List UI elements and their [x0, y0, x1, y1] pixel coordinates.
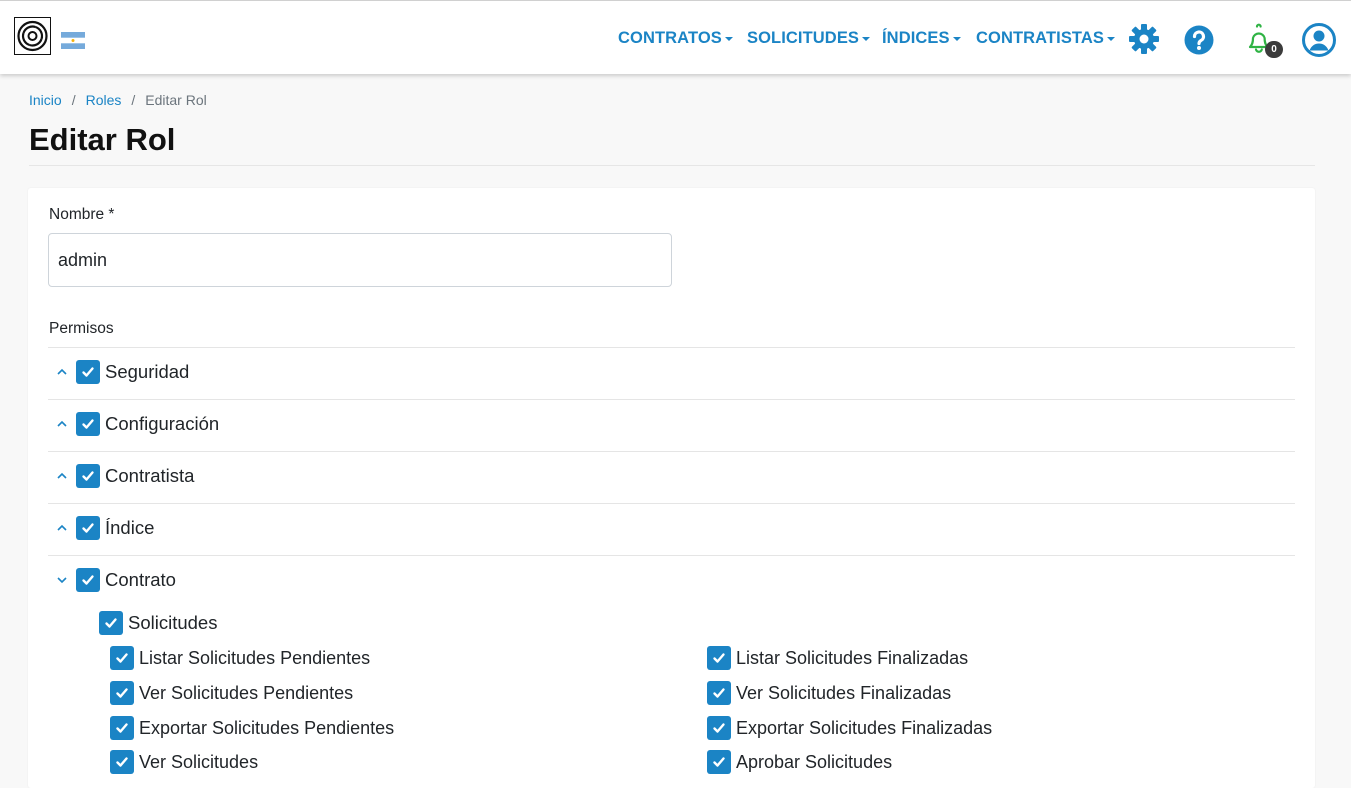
title-divider	[29, 165, 1315, 166]
permission-item-checkbox[interactable]	[110, 750, 134, 774]
app-logo[interactable]	[14, 17, 51, 55]
permission-item-label: Ver Solicitudes Pendientes	[139, 682, 354, 703]
seguridad-checkbox[interactable]	[76, 360, 100, 384]
breadcrumb-current: Editar Rol	[145, 92, 207, 108]
breadcrumb-separator: /	[131, 92, 136, 108]
configuracion-checkbox[interactable]	[76, 412, 100, 436]
permission-divider	[48, 451, 1295, 452]
permission-item: Exportar Solicitudes Pendientes	[110, 715, 394, 741]
permission-item: Listar Solicitudes Pendientes	[110, 645, 370, 671]
permission-divider	[48, 347, 1295, 348]
permission-item: Exportar Solicitudes Finalizadas	[707, 715, 992, 741]
contratista-checkbox[interactable]	[76, 464, 100, 488]
breadcrumb-separator: /	[71, 92, 76, 108]
chevron-up-icon[interactable]	[48, 411, 76, 437]
contrato-label: Contrato	[105, 569, 176, 590]
nav-contratos-label[interactable]: CONTRATOS	[618, 29, 722, 48]
nombre-input[interactable]	[48, 233, 672, 287]
permission-item-label: Exportar Solicitudes Pendientes	[139, 717, 395, 738]
nav-solicitudes-label[interactable]: SOLICITUDES	[747, 29, 859, 48]
permission-item-label: Listar Solicitudes Pendientes	[139, 647, 371, 668]
permission-divider	[48, 399, 1295, 400]
permission-item-checkbox[interactable]	[707, 681, 731, 705]
contratista-label: Contratista	[105, 465, 195, 486]
nav-menu-contratos[interactable]: CONTRATOS	[618, 27, 733, 49]
breadcrumb-inicio-link[interactable]: Inicio	[29, 92, 62, 108]
top-navbar: CONTRATOS SOLICITUDES ÍNDICES CONTRATIST…	[0, 0, 1351, 74]
nav-contratistas-label[interactable]: CONTRATISTAS	[976, 29, 1104, 48]
permission-item-checkbox[interactable]	[707, 750, 731, 774]
breadcrumb-roles-link[interactable]: Roles	[86, 92, 122, 108]
nav-menu-solicitudes[interactable]: SOLICITUDES	[747, 27, 871, 49]
configuracion-label: Configuración	[105, 413, 220, 434]
nav-menu-indices[interactable]: ÍNDICES	[882, 27, 961, 49]
user-icon[interactable]	[1302, 23, 1336, 57]
permission-item-label: Ver Solicitudes Finalizadas	[736, 682, 952, 703]
permission-divider	[48, 503, 1295, 504]
permission-item-checkbox[interactable]	[707, 716, 731, 740]
permission-item: Listar Solicitudes Finalizadas	[707, 645, 968, 671]
chevron-down-icon[interactable]	[48, 567, 76, 593]
permission-group-contrato: Contrato	[48, 567, 176, 593]
chevron-up-icon[interactable]	[48, 515, 76, 541]
indice-label: Índice	[105, 517, 155, 538]
caret-down-icon	[1107, 37, 1115, 41]
solicitudes-label: Solicitudes	[128, 612, 218, 633]
gear-icon[interactable]	[1128, 23, 1160, 55]
page-title: Editar Rol	[29, 122, 176, 157]
notification-count-badge: 0	[1265, 41, 1283, 58]
permission-item: Aprobar Solicitudes	[707, 749, 892, 775]
permission-item: Ver Solicitudes Pendientes	[110, 680, 353, 706]
permission-subgroup-solicitudes: Solicitudes	[99, 610, 217, 636]
contrato-checkbox[interactable]	[76, 568, 100, 592]
permission-item-checkbox[interactable]	[707, 646, 731, 670]
permission-item: Ver Solicitudes Finalizadas	[707, 680, 951, 706]
nav-menu-contratistas[interactable]: CONTRATISTAS	[976, 27, 1115, 49]
help-icon[interactable]	[1184, 25, 1214, 55]
permission-item-checkbox[interactable]	[110, 681, 134, 705]
permission-item-checkbox[interactable]	[110, 646, 134, 670]
nombre-label: Nombre *	[49, 206, 115, 223]
permission-group-contratista: Contratista	[48, 463, 194, 489]
permission-item-label: Listar Solicitudes Finalizadas	[736, 647, 969, 668]
permission-divider	[48, 555, 1295, 556]
seguridad-label: Seguridad	[105, 361, 190, 382]
nav-indices-label[interactable]: ÍNDICES	[882, 29, 950, 48]
solicitudes-checkbox[interactable]	[99, 611, 123, 635]
caret-down-icon	[952, 37, 961, 41]
permission-group-configuracion: Configuración	[48, 411, 219, 437]
chevron-up-icon[interactable]	[48, 463, 76, 489]
permission-item: Ver Solicitudes	[110, 749, 258, 775]
caret-down-icon	[862, 37, 871, 41]
chevron-up-icon[interactable]	[48, 359, 76, 385]
permission-group-indice: Índice	[48, 515, 154, 541]
permission-item-label: Aprobar Solicitudes	[736, 751, 893, 772]
permission-item-label: Exportar Solicitudes Finalizadas	[736, 717, 993, 738]
permission-group-seguridad: Seguridad	[48, 359, 189, 385]
caret-down-icon	[724, 37, 733, 41]
permission-item-label: Ver Solicitudes	[139, 751, 259, 772]
breadcrumb: Inicio / Roles / Editar Rol	[29, 92, 207, 108]
permission-item-checkbox[interactable]	[110, 716, 134, 740]
argentina-flag-icon[interactable]	[61, 32, 85, 49]
permisos-label: Permisos	[49, 320, 114, 337]
indice-checkbox[interactable]	[76, 516, 100, 540]
